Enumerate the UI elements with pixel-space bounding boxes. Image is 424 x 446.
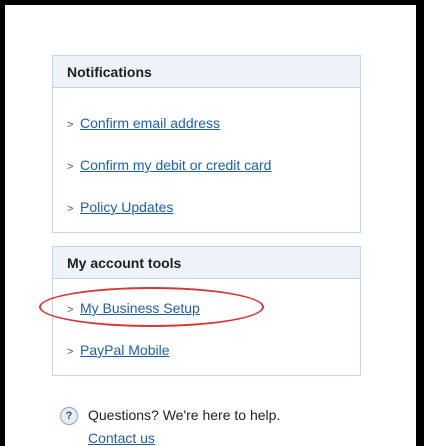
chevron-right-icon: > [67,203,74,215]
confirm-email-label[interactable]: Confirm email address [80,115,220,131]
confirm-email-link[interactable]: > Confirm email address [67,115,220,131]
help-text: Questions? We're here to help. [88,407,281,423]
notifications-panel: Notifications > Confirm email address > Co… [52,55,361,233]
confirm-card-link[interactable]: > Confirm my debit or credit card [67,157,271,173]
chevron-right-icon: > [67,119,74,131]
chevron-right-icon: > [67,346,74,358]
content-area: Notifications > Confirm email address > Co… [5,5,416,446]
account-tools-title: My account tools [53,247,360,279]
policy-updates-label[interactable]: Policy Updates [80,199,173,215]
chevron-right-icon: > [67,161,74,173]
paypal-mobile-link[interactable]: > PayPal Mobile [67,342,170,358]
help-icon: ? [60,407,78,425]
paypal-mobile-label[interactable]: PayPal Mobile [80,342,170,358]
contact-us-link[interactable]: Contact us [88,430,155,446]
confirm-card-label[interactable]: Confirm my debit or credit card [80,157,271,173]
highlight-ellipse [39,287,264,327]
policy-updates-link[interactable]: > Policy Updates [67,199,173,215]
notifications-title: Notifications [53,56,360,88]
